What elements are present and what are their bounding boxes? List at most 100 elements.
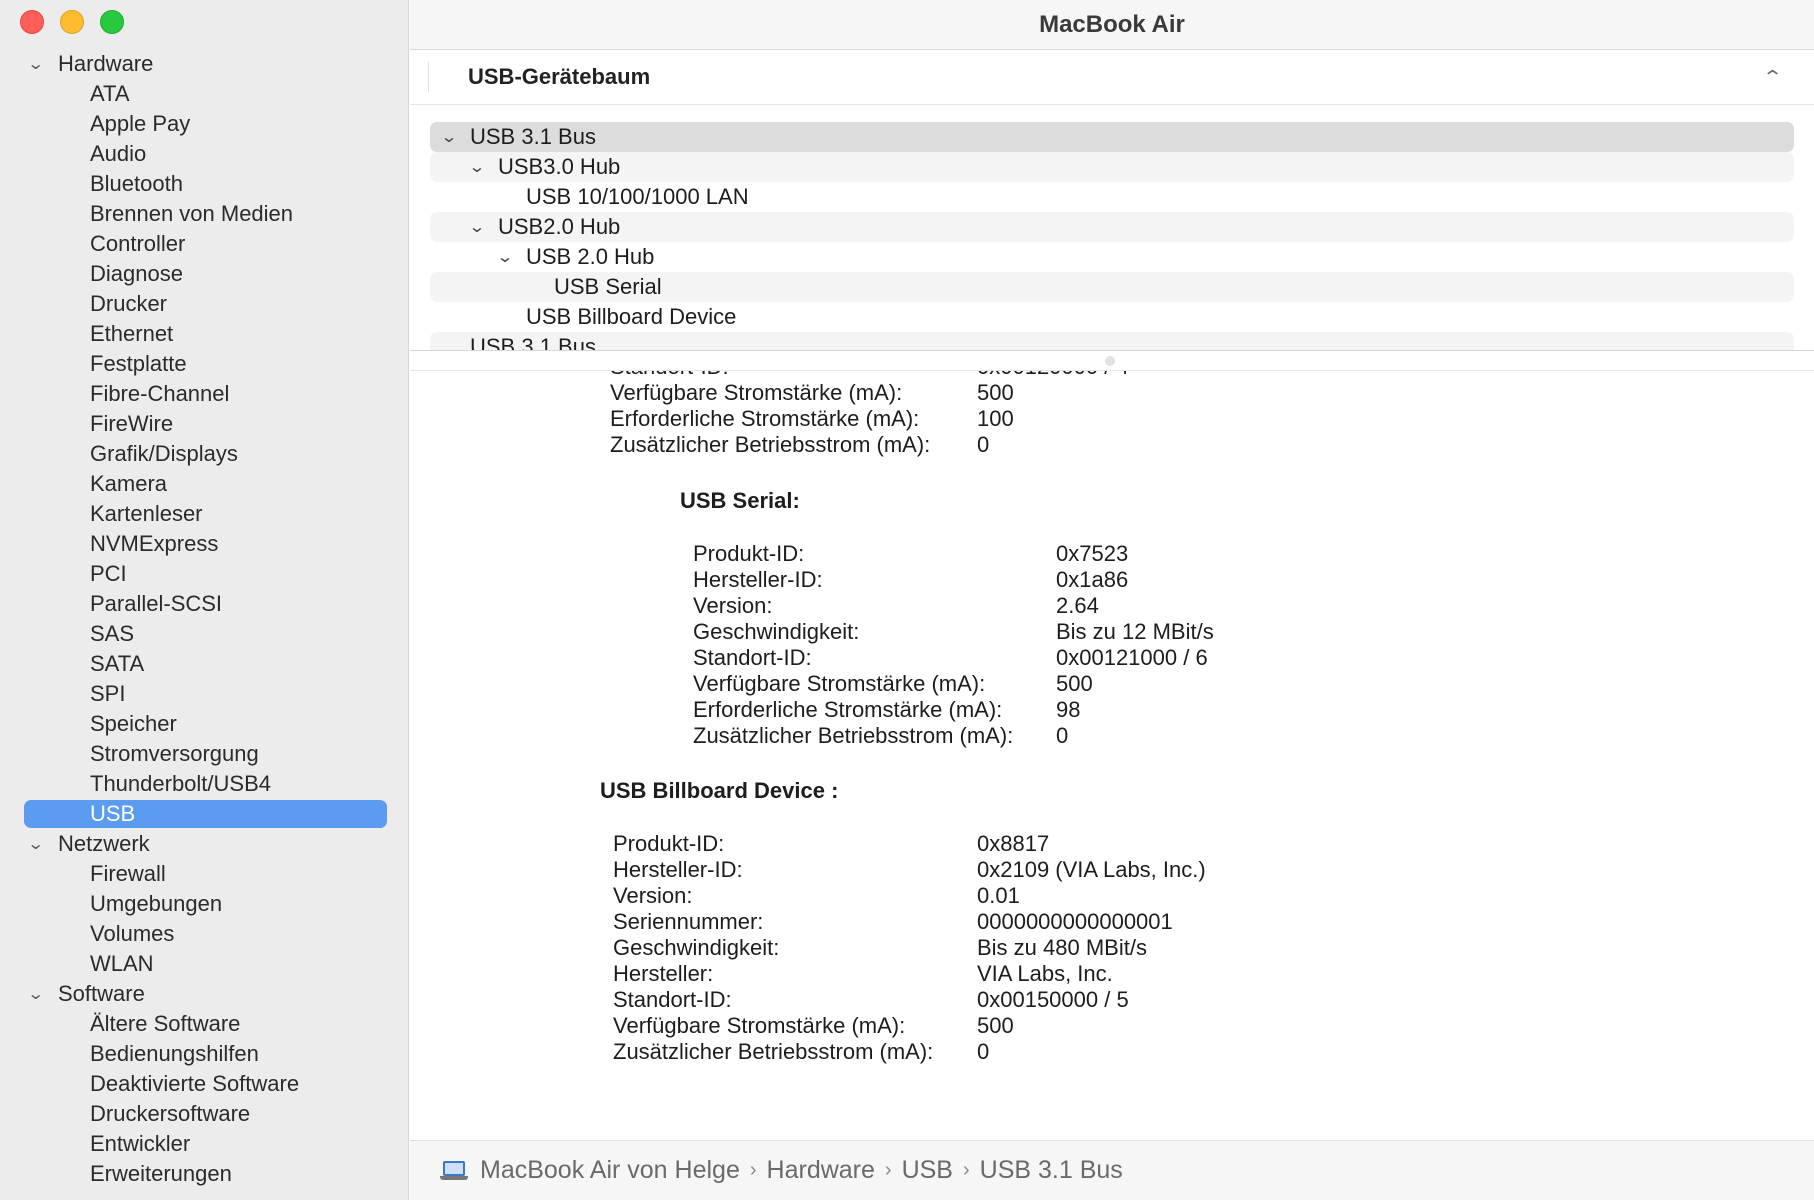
sidebar-item-label: Festplatte bbox=[90, 351, 187, 376]
tree-row[interactable]: USB Billboard Device bbox=[430, 302, 1794, 332]
sidebar-item-usb[interactable]: USB bbox=[0, 799, 408, 829]
device-details: Standort-ID: 0x00120000 / 4 Verfügbare Str… bbox=[410, 370, 1814, 1140]
sidebar-item-entwickler[interactable]: Entwickler bbox=[0, 1129, 408, 1159]
breadcrumb-item[interactable]: USB bbox=[902, 1156, 953, 1185]
sidebar-item-controller[interactable]: Controller bbox=[0, 229, 408, 259]
sidebar-item-label: Speicher bbox=[90, 711, 177, 736]
detail-key-text: Seriennummer: bbox=[613, 909, 764, 934]
sidebar-item-thunderbolt-usb4[interactable]: Thunderbolt/USB4 bbox=[0, 769, 408, 799]
sidebar-item-sas[interactable]: SAS bbox=[0, 619, 408, 649]
sidebar-item-erweiterungen[interactable]: Erweiterungen bbox=[0, 1159, 408, 1189]
zoom-button[interactable] bbox=[100, 10, 124, 34]
sidebar-item-label: Kartenleser bbox=[90, 501, 203, 526]
split-view-handle[interactable] bbox=[1105, 356, 1115, 366]
sidebar-item-label: Apple Pay bbox=[90, 111, 191, 136]
sidebar-item-kamera[interactable]: Kamera bbox=[0, 469, 408, 499]
chevron-down-icon[interactable]: ⌄ bbox=[27, 54, 53, 74]
chevron-down-icon[interactable]: ⌄ bbox=[435, 127, 464, 147]
breadcrumb-item[interactable]: Hardware bbox=[767, 1156, 875, 1185]
sidebar-item-grafik-displays[interactable]: Grafik/Displays bbox=[0, 439, 408, 469]
sidebar-item-ältere-software[interactable]: Ältere Software bbox=[0, 1009, 408, 1039]
detail-value-text: 0x00120000 / 4 bbox=[977, 371, 1129, 380]
chevron-right-icon: › bbox=[962, 1159, 970, 1181]
sidebar-item-bluetooth[interactable]: Bluetooth bbox=[0, 169, 408, 199]
sidebar-item-diagnose[interactable]: Diagnose bbox=[0, 259, 408, 289]
sidebar-item-label: SATA bbox=[90, 651, 145, 676]
sidebar-item-umgebungen[interactable]: Umgebungen bbox=[0, 889, 408, 919]
detail-key-text: Produkt-ID: bbox=[613, 831, 725, 856]
sidebar-item-stromversorgung[interactable]: Stromversorgung bbox=[0, 739, 408, 769]
sidebar-item-label: Erweiterungen bbox=[90, 1161, 232, 1186]
detail-value-text: 2.64 bbox=[1056, 593, 1099, 618]
sidebar-item-label: ATA bbox=[90, 81, 130, 106]
chevron-down-icon[interactable]: ⌄ bbox=[491, 247, 520, 267]
sidebar-item-label: Ethernet bbox=[90, 321, 174, 346]
sidebar-item-drucker[interactable]: Drucker bbox=[0, 289, 408, 319]
device-tree-header[interactable]: USB-Gerätebaum ⌃ bbox=[410, 50, 1814, 105]
detail-value-text: 500 bbox=[1056, 671, 1093, 696]
sidebar-item-firewire[interactable]: FireWire bbox=[0, 409, 408, 439]
sidebar-item-apple-pay[interactable]: Apple Pay bbox=[0, 109, 408, 139]
detail-value-text: 0 bbox=[1056, 723, 1069, 748]
chevron-down-icon[interactable]: ⌄ bbox=[463, 157, 492, 177]
minimize-button[interactable] bbox=[60, 10, 84, 34]
close-button[interactable] bbox=[20, 10, 44, 34]
tree-row[interactable]: ⌄ USB 3.1 Bus bbox=[430, 122, 1794, 152]
sidebar-item-spi[interactable]: SPI bbox=[0, 679, 408, 709]
detail-key-text: Verfügbare Stromstärke (mA): bbox=[613, 1013, 906, 1038]
sidebar-item-festplatte[interactable]: Festplatte bbox=[0, 349, 408, 379]
sidebar-item-nvmexpress[interactable]: NVMExpress bbox=[0, 529, 408, 559]
sidebar-item-wlan[interactable]: WLAN bbox=[0, 949, 408, 979]
sidebar-item-firewall[interactable]: Firewall bbox=[0, 859, 408, 889]
sidebar-item-druckersoftware[interactable]: Druckersoftware bbox=[0, 1099, 408, 1129]
chevron-down-icon[interactable]: ⌄ bbox=[463, 217, 492, 237]
detail-value-text: 98 bbox=[1056, 697, 1081, 722]
sidebar-item-label: SPI bbox=[90, 681, 126, 706]
sidebar-item-volumes[interactable]: Volumes bbox=[0, 919, 408, 949]
sidebar-group-netzwerk[interactable]: ⌄ Netzwerk bbox=[0, 829, 408, 859]
detail-value-text: 0x7523 bbox=[1056, 541, 1129, 566]
tree-row[interactable]: USB 3.1 Bus bbox=[430, 332, 1794, 350]
tree-row[interactable]: USB 10/100/1000 LAN bbox=[430, 182, 1794, 212]
sidebar-item-deaktivierte-software[interactable]: Deaktivierte Software bbox=[0, 1069, 408, 1099]
sidebar-item-label: Drucker bbox=[90, 291, 168, 316]
chevron-right-icon: › bbox=[884, 1159, 892, 1181]
tree-row[interactable]: ⌄ USB3.0 Hub bbox=[430, 152, 1794, 182]
tree-row[interactable]: ⌄ USB 2.0 Hub bbox=[430, 242, 1794, 272]
tree-row[interactable]: ⌄ USB2.0 Hub bbox=[430, 212, 1794, 242]
chevron-up-icon[interactable]: ⌃ bbox=[1762, 67, 1783, 88]
sidebar-item-label: Deaktivierte Software bbox=[90, 1071, 300, 1096]
sidebar-item-ata[interactable]: ATA bbox=[0, 79, 408, 109]
sidebar-item-ethernet[interactable]: Ethernet bbox=[0, 319, 408, 349]
detail-key-text: Zusätzlicher Betriebsstrom (mA): bbox=[610, 432, 931, 457]
sidebar-item-fibre-channel[interactable]: Fibre-Channel bbox=[0, 379, 408, 409]
sidebar-item-label: NVMExpress bbox=[90, 531, 219, 556]
sidebar-group-hardware[interactable]: ⌄ Hardware bbox=[0, 49, 408, 79]
sidebar-item-audio[interactable]: Audio bbox=[0, 139, 408, 169]
detail-value-text: 0 bbox=[977, 432, 990, 457]
sidebar-item-label: Grafik/Displays bbox=[90, 441, 238, 466]
detail-section-title: USB Serial: bbox=[680, 488, 800, 513]
tree-row-label: USB 3.1 Bus bbox=[470, 124, 596, 149]
sidebar-list: ⌄ Hardware ATA Apple Pay Audio Bluetooth Brenn… bbox=[0, 49, 408, 1189]
sidebar-item-bedienungshilfen[interactable]: Bedienungshilfen bbox=[0, 1039, 408, 1069]
chevron-down-icon[interactable]: ⌄ bbox=[27, 834, 53, 854]
sidebar-item-label: Software bbox=[58, 981, 145, 1006]
sidebar-group-software[interactable]: ⌄ Software bbox=[0, 979, 408, 1009]
sidebar-item-pci[interactable]: PCI bbox=[0, 559, 408, 589]
sidebar-item-parallel-scsi[interactable]: Parallel-SCSI bbox=[0, 589, 408, 619]
sidebar-item-speicher[interactable]: Speicher bbox=[0, 709, 408, 739]
window-title: MacBook Air bbox=[1039, 10, 1185, 38]
tree-row[interactable]: USB Serial bbox=[430, 272, 1794, 302]
breadcrumb-item[interactable]: MacBook Air von Helge bbox=[480, 1156, 740, 1185]
tree-row-label: USB2.0 Hub bbox=[498, 214, 621, 239]
sidebar-item-sata[interactable]: SATA bbox=[0, 649, 408, 679]
chevron-down-icon[interactable]: ⌄ bbox=[27, 984, 53, 1004]
sidebar-item-kartenleser[interactable]: Kartenleser bbox=[0, 499, 408, 529]
sidebar-item-label: WLAN bbox=[90, 951, 154, 976]
breadcrumb-item[interactable]: USB 3.1 Bus bbox=[980, 1156, 1123, 1185]
detail-key-text: Hersteller: bbox=[613, 961, 714, 986]
sidebar-item-label: Brennen von Medien bbox=[90, 201, 294, 226]
sidebar-item-brennen-von-medien[interactable]: Brennen von Medien bbox=[0, 199, 408, 229]
chevron-right-icon: › bbox=[749, 1159, 757, 1181]
